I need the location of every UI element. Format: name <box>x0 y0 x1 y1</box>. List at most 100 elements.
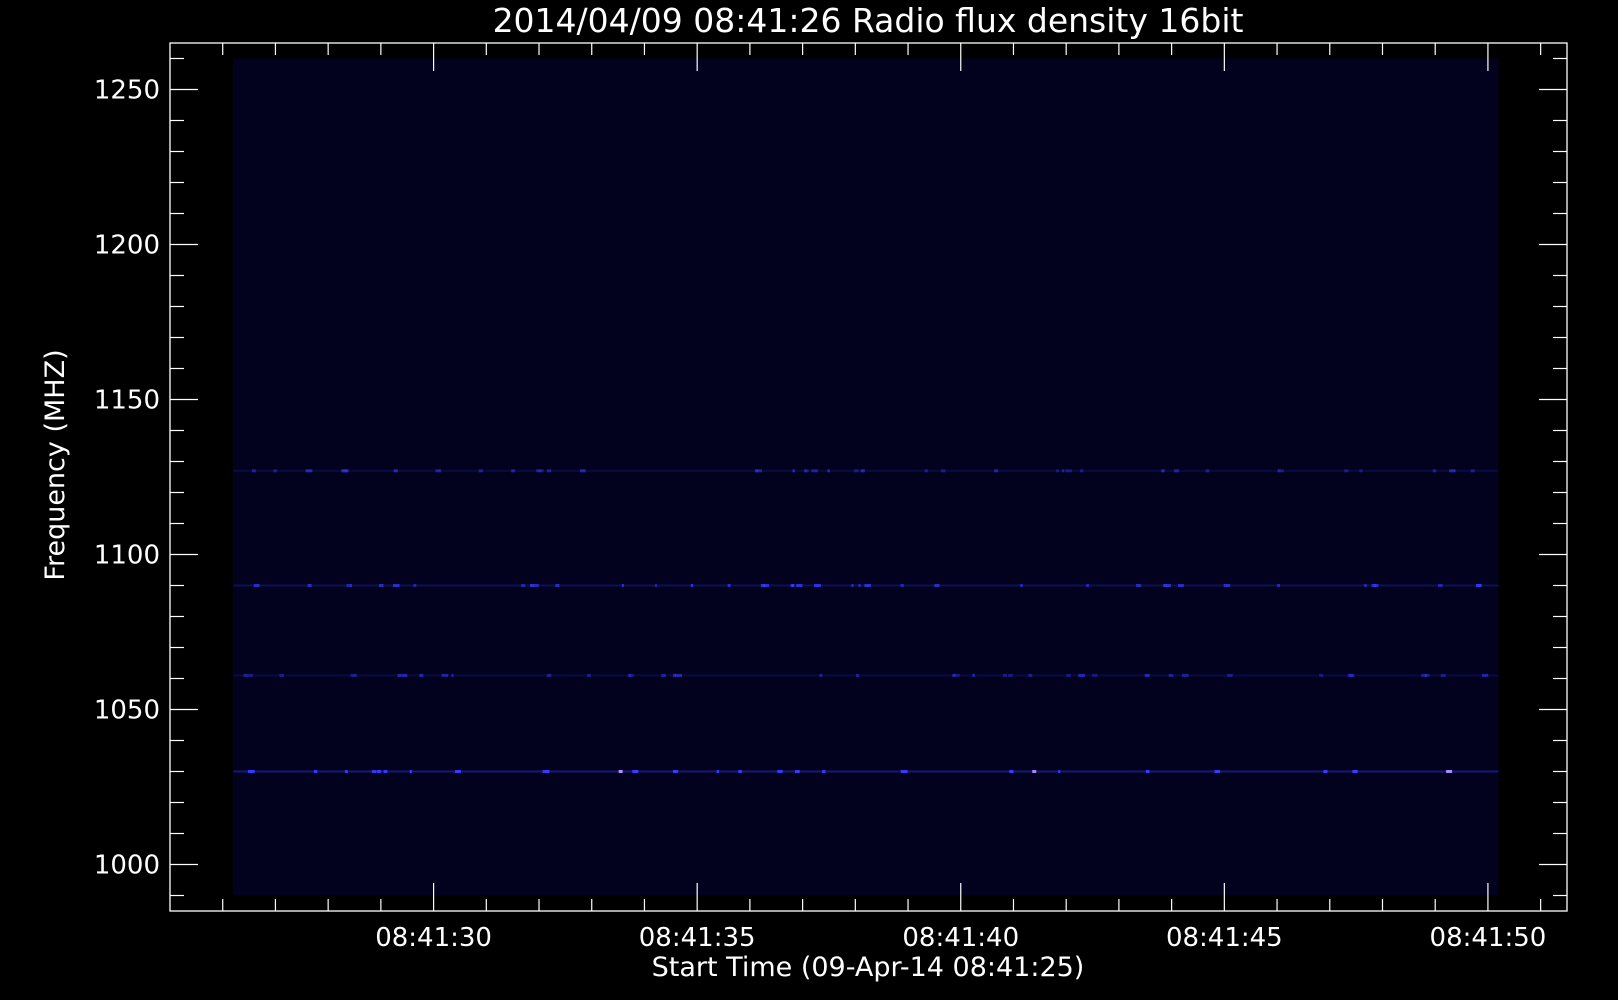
emission-speckle <box>690 584 694 587</box>
emission-speckle <box>1214 770 1221 773</box>
emission-speckle <box>1058 770 1061 773</box>
emission-speckle <box>451 673 454 677</box>
emission-speckle <box>587 673 591 677</box>
emission-speckle <box>1009 770 1014 773</box>
y-axis-label: Frequency (MHZ) <box>40 349 71 580</box>
emission-speckle <box>537 469 544 473</box>
emission-speckle <box>247 770 255 773</box>
x-tick-label: 08:41:30 <box>375 923 492 953</box>
emission-speckle <box>1323 770 1328 773</box>
emission-speckle <box>792 469 795 473</box>
emission-speckle <box>542 770 550 773</box>
x-tick-label: 08:41:50 <box>1430 923 1547 953</box>
emission-speckle <box>1432 469 1437 473</box>
emission-speckle <box>924 469 929 473</box>
emission-speckle <box>756 469 763 473</box>
emission-speckle <box>1173 469 1180 473</box>
emission-speckle <box>1424 673 1430 677</box>
emission-speckle <box>251 469 256 473</box>
emission-speckle <box>1078 673 1086 677</box>
emission-speckle <box>675 673 683 677</box>
emission-speckle <box>1163 584 1167 587</box>
emission-speckle <box>1481 673 1489 677</box>
emission-speckle <box>1061 469 1065 473</box>
emission-speckle <box>1056 469 1059 473</box>
emission-speckle <box>1440 673 1446 677</box>
emission-speckle <box>632 770 639 773</box>
emission-speckle <box>1364 584 1367 587</box>
emission-speckle <box>393 469 398 473</box>
emission-speckle <box>305 469 313 473</box>
emission-speckle <box>548 673 552 677</box>
y-tick-label: 1000 <box>94 851 160 881</box>
x-tick-label: 08:41:40 <box>902 923 1019 953</box>
emission-speckle <box>853 469 859 473</box>
emission-speckle <box>672 770 679 773</box>
emission-speckle <box>1277 584 1280 587</box>
emission-speckle <box>511 469 516 473</box>
emission-speckle <box>661 673 666 677</box>
emission-speckle <box>1470 469 1475 473</box>
y-tick-label: 1050 <box>94 696 160 726</box>
emission-speckle <box>1277 469 1284 473</box>
emission-speckle <box>345 469 348 473</box>
emission-speckle <box>393 584 400 587</box>
emission-speckle <box>1161 469 1165 473</box>
emission-speckle <box>478 469 483 473</box>
emission-speckle <box>1449 469 1456 473</box>
emission-speckle <box>247 673 253 677</box>
emission-speckle <box>856 673 860 677</box>
emission-speckle <box>1086 584 1089 587</box>
emission-speckle <box>344 770 348 773</box>
emission-speckle <box>1438 584 1443 587</box>
emission-speckle <box>994 469 999 473</box>
emission-speckle <box>860 469 865 473</box>
chart-title: 2014/04/09 08:41:26 Radio flux density 1… <box>493 1 1244 40</box>
spectrogram-image <box>233 58 1499 896</box>
emission-speckle <box>1223 584 1231 587</box>
x-axis-label: Start Time (09-Apr-14 08:41:25) <box>652 952 1085 983</box>
emission-band <box>233 469 1499 472</box>
emission-speckle <box>1359 469 1363 473</box>
emission-speckle <box>1227 673 1233 677</box>
emission-speckle <box>307 584 312 587</box>
emission-speckle <box>530 584 534 587</box>
emission-speckle <box>383 770 388 773</box>
emission-speckle <box>1181 673 1189 677</box>
emission-speckle <box>727 584 731 587</box>
emission-speckle <box>413 584 417 587</box>
emission-speckle <box>1205 469 1210 473</box>
emission-speckle <box>851 584 854 587</box>
emission-speckle <box>1008 673 1013 677</box>
emission-speckle <box>1091 673 1098 677</box>
emission-speckle <box>1349 673 1354 677</box>
emission-speckle <box>279 673 285 677</box>
emission-speckle <box>579 469 586 473</box>
spectrogram-chart: 2014/04/09 08:41:26 Radio flux density 1… <box>0 0 1618 1000</box>
emission-speckle <box>1065 469 1072 473</box>
emission-speckle <box>796 584 803 587</box>
emission-speckle <box>397 673 402 677</box>
emission-speckle <box>1028 673 1033 677</box>
emission-speckle <box>1032 770 1037 773</box>
emission-speckle <box>353 673 357 677</box>
y-tick-label: 1100 <box>94 541 160 571</box>
emission-speckle <box>455 770 461 773</box>
emission-speckle <box>777 770 783 773</box>
emission-speckle <box>827 469 830 473</box>
emission-speckle <box>900 584 904 587</box>
emission-speckle <box>435 469 442 473</box>
spectrogram-background <box>233 58 1499 896</box>
emission-speckle <box>1003 673 1007 677</box>
emission-speckle <box>1020 584 1023 587</box>
emission-speckle <box>1319 673 1324 677</box>
emission-speckle <box>1079 469 1084 473</box>
emission-speckle <box>441 673 449 677</box>
emission-speckle <box>738 770 742 773</box>
emission-speckle <box>243 673 248 677</box>
emission-speckle <box>533 584 539 587</box>
emission-speckle <box>934 584 940 587</box>
emission-speckle <box>953 673 960 677</box>
emission-speckle <box>1352 770 1358 773</box>
emission-speckle <box>379 584 384 587</box>
